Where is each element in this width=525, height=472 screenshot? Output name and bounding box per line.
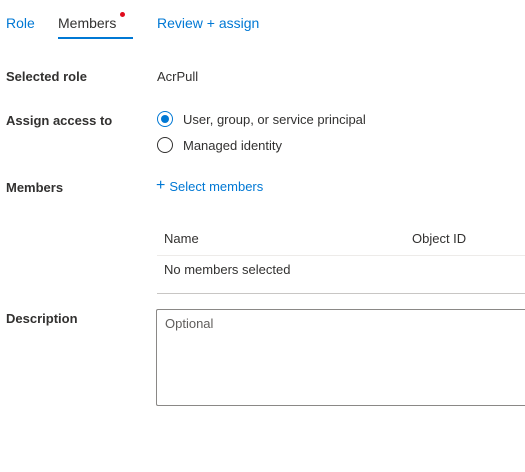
column-header-name[interactable]: Name — [164, 231, 199, 246]
select-members-button[interactable]: + Select members — [156, 178, 263, 194]
radio-managed-identity[interactable]: Managed identity — [157, 137, 282, 153]
active-tab-underline — [58, 37, 133, 39]
tab-role[interactable]: Role — [6, 15, 35, 31]
radio-checked-icon[interactable] — [157, 111, 173, 127]
column-header-object-id[interactable]: Object ID — [412, 231, 466, 246]
description-input[interactable] — [156, 309, 525, 406]
table-row: No members selected — [157, 256, 525, 294]
tab-members[interactable]: Members — [58, 15, 116, 31]
description-label: Description — [6, 311, 78, 326]
unsaved-indicator-dot — [120, 12, 125, 17]
assign-access-label: Assign access to — [6, 113, 113, 128]
tab-review-assign[interactable]: Review + assign — [157, 15, 259, 31]
radio-managed-identity-label: Managed identity — [183, 137, 283, 153]
select-members-label: Select members — [169, 178, 264, 194]
selected-role-label: Selected role — [6, 69, 87, 84]
radio-unchecked-icon[interactable] — [157, 137, 173, 153]
radio-user-group-sp[interactable]: User, group, or service principal — [157, 111, 366, 127]
selected-role-value: AcrPull — [157, 69, 199, 84]
members-label: Members — [6, 180, 64, 195]
members-table-header: Name Object ID — [157, 222, 525, 256]
plus-icon: + — [156, 177, 166, 194]
empty-table-message: No members selected — [164, 262, 291, 277]
radio-user-group-sp-label: User, group, or service principal — [183, 111, 366, 127]
